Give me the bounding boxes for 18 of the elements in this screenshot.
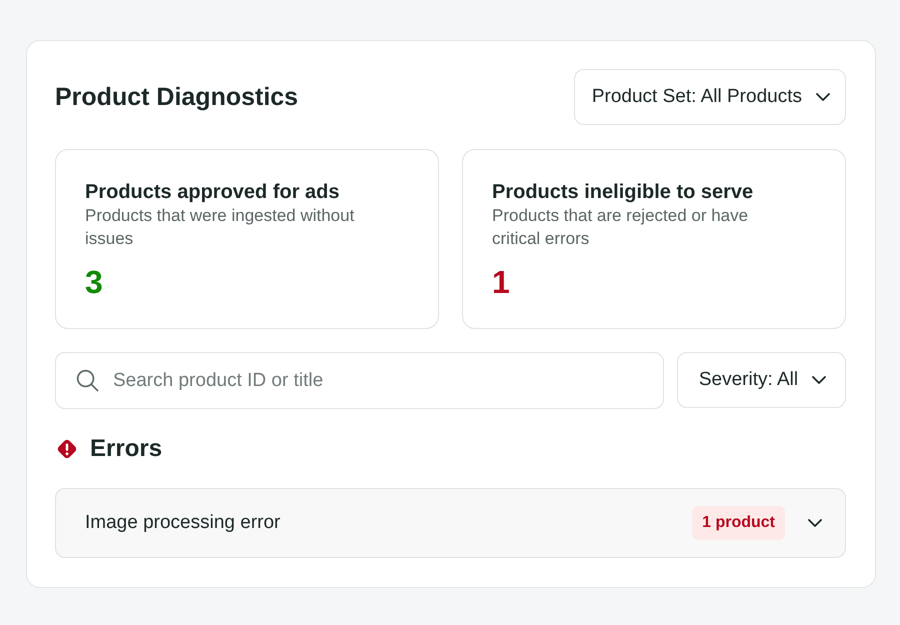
chevron-down-icon xyxy=(816,93,830,101)
stat-description: Products that were ingested without issues xyxy=(85,205,356,250)
stat-description: Products that are rejected or have critical errors xyxy=(492,205,750,250)
count-badge: 1 product xyxy=(692,506,785,540)
search-icon xyxy=(76,369,99,392)
product-set-dropdown[interactable]: Product Set: All Products xyxy=(574,69,846,125)
stat-title: Products approved for ads xyxy=(85,180,340,204)
chevron-down-icon[interactable] xyxy=(808,519,822,527)
stat-title: Products ineligible to serve xyxy=(492,180,754,204)
issue-row[interactable]: Image processing error 1 product xyxy=(55,488,846,558)
page-title: Product Diagnostics xyxy=(55,82,298,112)
issue-label: Image processing error xyxy=(85,512,282,534)
stat-value: 1 xyxy=(492,264,511,300)
stat-value: 3 xyxy=(85,264,104,300)
section-heading: Errors xyxy=(90,435,162,463)
severity-dropdown[interactable]: Severity: All xyxy=(677,352,846,408)
search-field[interactable]: Search product ID or title xyxy=(55,352,664,409)
chevron-down-icon xyxy=(812,376,826,384)
